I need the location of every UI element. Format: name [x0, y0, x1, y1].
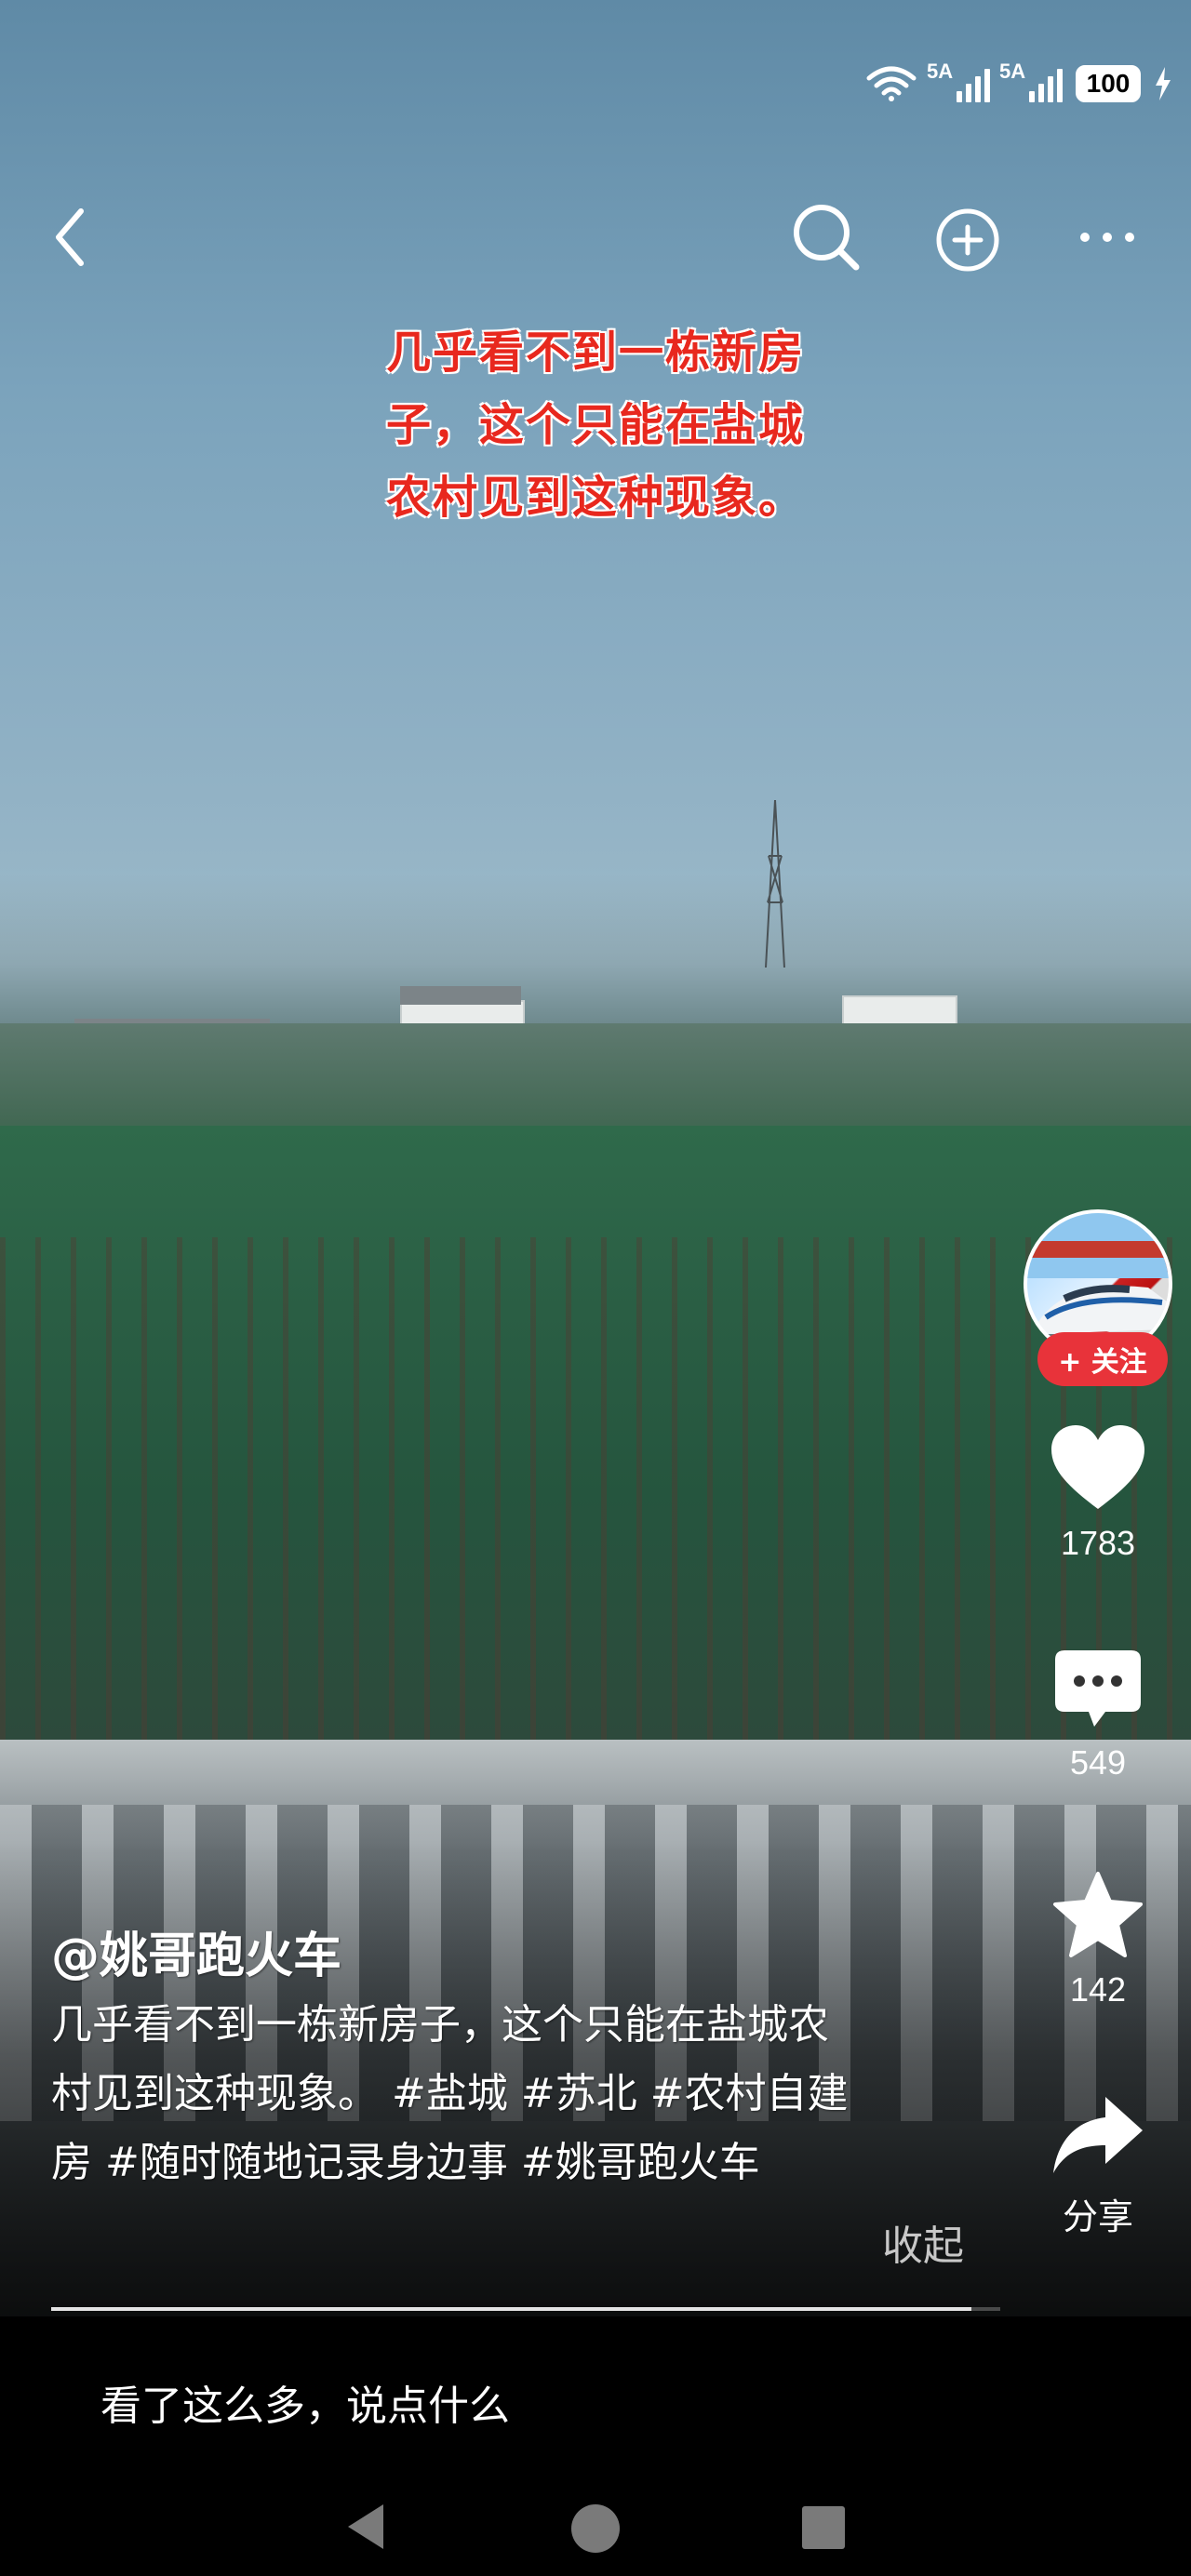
power-tower: [765, 800, 785, 968]
sim2-label: 5A: [999, 60, 1026, 83]
search-button[interactable]: [789, 200, 863, 274]
follow-button[interactable]: + 关注: [1037, 1332, 1168, 1386]
post-description[interactable]: 几乎看不到一栋新房子，这个只能在盐城农 村见到这种现象。 #盐城 #苏北 #农村…: [51, 1991, 972, 2197]
field-far: [0, 1023, 1191, 1135]
signal-icon-sim1: 5A: [927, 60, 990, 102]
more-horizontal-icon: [1080, 233, 1134, 242]
back-triangle-icon[interactable]: [342, 2501, 389, 2553]
share-button[interactable]: 分享: [996, 2093, 1191, 2239]
video-progress-fill: [51, 2307, 972, 2311]
overlay-caption-line: 农村见到这种现象。: [385, 472, 805, 524]
description-line: 房 #随时随地记录身边事 #姚哥跑火车: [51, 2139, 760, 2186]
follow-label: + 关注: [1058, 1346, 1147, 1379]
overlay-caption-line: 子，这个只能在盐城: [385, 399, 805, 451]
chevron-left-icon: [56, 208, 84, 266]
recents-square-icon[interactable]: [800, 2504, 847, 2551]
sim1-label: 5A: [927, 60, 954, 83]
status-bar: 5A 5A 100: [865, 56, 1172, 112]
collapse-button[interactable]: 收起: [882, 2212, 964, 2272]
like-button[interactable]: 1783: [996, 1423, 1191, 1563]
author-name[interactable]: @姚哥跑火车: [51, 1916, 341, 1986]
video-screen[interactable]: 5A 5A 100 几乎看不到一栋新房 子，这个只能在盐城 农村见到这种现象。 …: [0, 0, 1191, 2576]
comment-button[interactable]: 549: [996, 1647, 1191, 1782]
signal-icon-sim2: 5A: [999, 60, 1063, 102]
share-label: 分享: [1062, 2198, 1133, 2237]
charging-icon: [1156, 67, 1171, 100]
system-nav-bar: [0, 2484, 1191, 2576]
description-line: 几乎看不到一栋新房子，这个只能在盐城农: [51, 2001, 829, 2049]
home-circle-icon[interactable]: [569, 2503, 622, 2555]
search-icon: [794, 205, 860, 271]
video-progress-bar[interactable]: [51, 2307, 1000, 2311]
battery-indicator: 100: [1076, 65, 1141, 102]
overlay-caption-line: 几乎看不到一栋新房: [385, 327, 805, 379]
top-nav: [0, 186, 1191, 288]
comment-input[interactable]: 看了这么多，说点什么: [100, 2372, 510, 2432]
like-count: 1783: [1060, 1524, 1136, 1562]
house-roof: [400, 986, 521, 1005]
star-icon: [1053, 1872, 1143, 1957]
add-button[interactable]: [930, 203, 1005, 277]
favorite-button[interactable]: 142: [996, 1870, 1191, 2009]
back-button[interactable]: [37, 205, 102, 270]
favorite-count: 142: [1069, 1970, 1127, 2009]
share-arrow-icon: [1053, 2097, 1143, 2173]
wifi-icon: [866, 66, 917, 101]
more-button[interactable]: [1070, 205, 1144, 270]
comment-bar: 看了这么多，说点什么: [0, 2316, 1191, 2484]
comment-icon: [1055, 1650, 1141, 1727]
battery-level: 100: [1086, 69, 1131, 98]
description-line: 村见到这种现象。 #盐城 #苏北 #农村自建: [51, 2070, 849, 2117]
heart-icon: [1051, 1425, 1144, 1509]
video-overlay-caption: 几乎看不到一栋新房 子，这个只能在盐城 农村见到这种现象。: [279, 316, 912, 534]
comment-count: 549: [1069, 1743, 1127, 1782]
plus-circle-icon: [936, 208, 999, 272]
fog-layer: [0, 874, 1191, 1023]
